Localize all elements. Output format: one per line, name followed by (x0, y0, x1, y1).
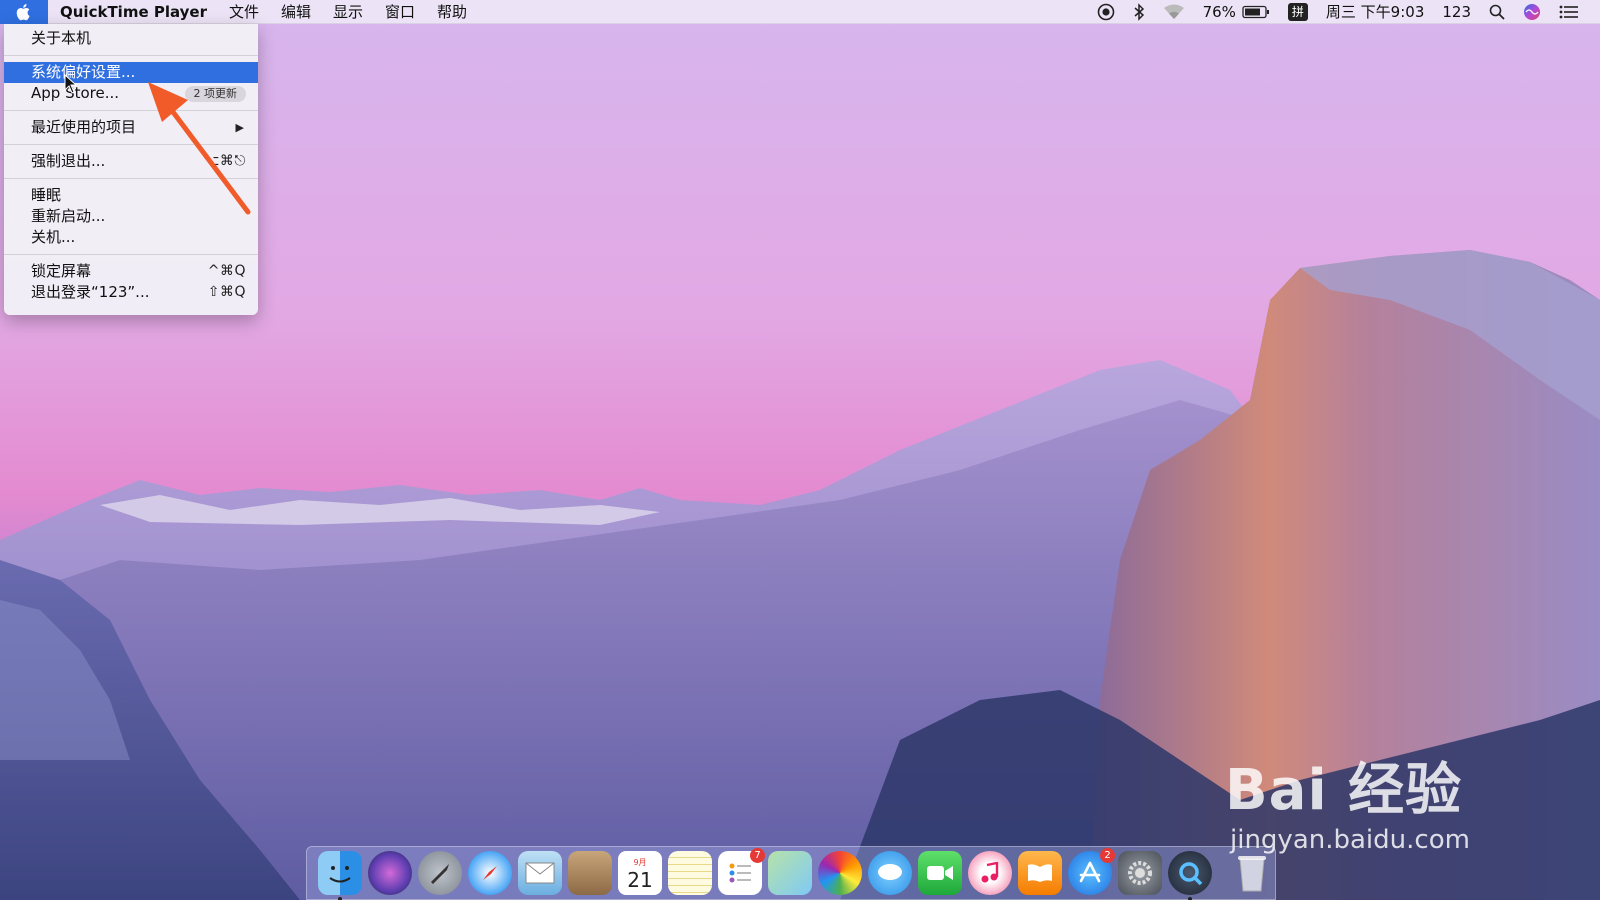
quicktime-icon[interactable] (1168, 851, 1212, 900)
menu-item-sleep[interactable]: 睡眠 (4, 185, 258, 206)
record-icon (1097, 3, 1114, 20)
bluetooth-icon (1134, 2, 1144, 21)
menu-item-shut-down[interactable]: 关机... (4, 227, 258, 248)
menu-separator (4, 110, 258, 111)
notification-center-button[interactable] (1550, 0, 1588, 24)
watermark-url: jingyan.baidu.com (1230, 825, 1470, 855)
launchpad-icon[interactable] (418, 851, 462, 895)
menu-item-label: App Store... (31, 84, 120, 102)
photos-icon[interactable] (818, 851, 862, 895)
app-store-icon[interactable]: 2 (1068, 848, 1115, 895)
menu-window[interactable]: 窗口 (374, 0, 426, 24)
clock[interactable]: 周三 下午9:03 (1317, 0, 1433, 24)
battery-icon (1242, 5, 1269, 18)
calendar-icon[interactable]: 9月 21 (618, 851, 662, 895)
menu-item-restart[interactable]: 重新启动... (4, 206, 258, 227)
mail-icon[interactable] (518, 851, 562, 895)
apple-menu-button[interactable] (0, 0, 48, 24)
calendar-month: 9月 (633, 857, 647, 867)
menu-separator (4, 144, 258, 145)
menu-item-label: 退出登录“123”... (31, 283, 150, 301)
menu-item-label: 锁定屏幕 (31, 262, 92, 280)
finder-icon[interactable] (318, 851, 362, 900)
menu-item-app-store[interactable]: App Store... 2 项更新 (4, 83, 258, 104)
menu-item-about-this-mac[interactable]: 关于本机 (4, 28, 258, 49)
maps-icon[interactable] (768, 851, 812, 895)
battery-status[interactable] (1240, 0, 1279, 24)
user-name[interactable]: 123 (1433, 0, 1480, 24)
menu-app-name[interactable]: QuickTime Player (48, 0, 218, 24)
menu-help[interactable]: 帮助 (426, 0, 478, 24)
menu-item-shortcut: ⌥⌘⎋ (203, 153, 246, 169)
siri-button[interactable] (1514, 0, 1550, 24)
battery-percent[interactable]: 76% (1194, 0, 1240, 24)
siri-icon (1524, 3, 1540, 20)
wifi-status[interactable] (1154, 0, 1194, 24)
mouse-cursor-icon (64, 74, 78, 94)
dock: 9月 21 7 2 (306, 846, 1276, 900)
spotlight-button[interactable] (1480, 0, 1514, 24)
calendar-day: 21 (627, 867, 653, 892)
menu-item-label: 睡眠 (31, 186, 62, 204)
contacts-icon[interactable] (568, 851, 612, 895)
notes-icon[interactable] (668, 851, 712, 895)
menu-separator (4, 254, 258, 255)
safari-icon[interactable] (468, 851, 512, 895)
menu-edit[interactable]: 编辑 (270, 0, 322, 24)
system-preferences-icon[interactable] (1118, 851, 1162, 895)
menu-bar: QuickTime Player 文件 编辑 显示 窗口 帮助 76% 拼 周三… (0, 0, 1600, 24)
updates-badge: 2 项更新 (184, 85, 246, 102)
itunes-icon[interactable] (968, 851, 1012, 895)
app-store-badge: 2 (1100, 848, 1115, 863)
menu-file[interactable]: 文件 (218, 0, 270, 24)
menu-view[interactable]: 显示 (322, 0, 374, 24)
bluetooth-status[interactable] (1124, 0, 1154, 24)
menu-item-shortcut: ⇧⌘Q (207, 284, 246, 300)
baidu-watermark: Bai 经验 jingyan.baidu.com (1225, 745, 1525, 865)
menu-item-shortcut: ^⌘Q (207, 263, 246, 279)
menu-separator (4, 178, 258, 179)
ime-label: 拼 (1287, 2, 1308, 21)
apple-menu-dropdown: 关于本机 系统偏好设置... App Store... 2 项更新 最近使用的项… (4, 24, 258, 315)
menu-item-label: 关于本机 (31, 29, 92, 47)
menu-item-system-preferences[interactable]: 系统偏好设置... (4, 62, 258, 83)
wifi-icon (1163, 4, 1184, 19)
input-method-status[interactable]: 拼 (1279, 0, 1317, 24)
screen-record-status[interactable] (1088, 0, 1124, 24)
menu-separator (4, 55, 258, 56)
menu-item-label: 强制退出... (31, 152, 106, 170)
list-icon (1559, 5, 1578, 18)
messages-icon[interactable] (868, 851, 912, 895)
menu-item-log-out[interactable]: 退出登录“123”... ⇧⌘Q (4, 282, 258, 303)
watermark-logo: Bai 经验 (1225, 758, 1463, 823)
ibooks-icon[interactable] (1018, 851, 1062, 895)
facetime-icon[interactable] (918, 851, 962, 895)
reminders-badge: 7 (750, 848, 765, 863)
menu-item-recent-items[interactable]: 最近使用的项目 ▶ (4, 117, 258, 138)
submenu-arrow-icon: ▶ (235, 121, 244, 134)
menu-item-force-quit[interactable]: 强制退出... ⌥⌘⎋ (4, 151, 258, 172)
search-icon (1489, 4, 1505, 20)
menu-item-lock-screen[interactable]: 锁定屏幕 ^⌘Q (4, 261, 258, 282)
menu-item-label: 关机... (31, 228, 76, 246)
siri-dock-icon[interactable] (368, 851, 412, 895)
apple-icon (16, 3, 30, 20)
menu-item-label: 最近使用的项目 (31, 118, 137, 136)
reminders-icon[interactable]: 7 (718, 848, 765, 895)
menu-item-label: 重新启动... (31, 207, 106, 225)
